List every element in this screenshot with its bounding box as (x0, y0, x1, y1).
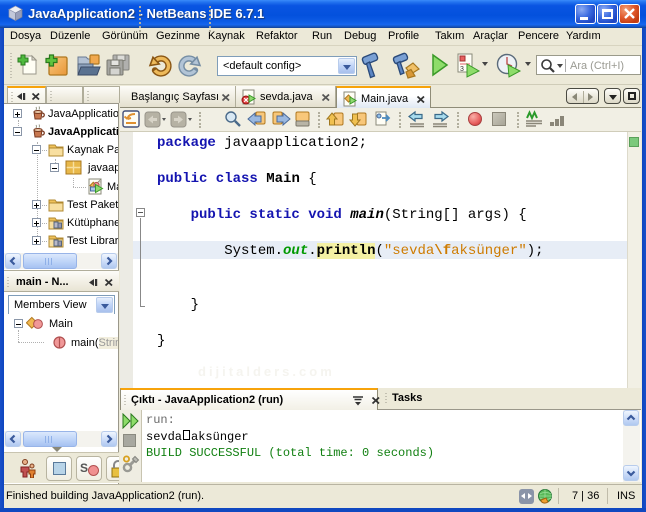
svg-text:3: 3 (460, 66, 464, 73)
